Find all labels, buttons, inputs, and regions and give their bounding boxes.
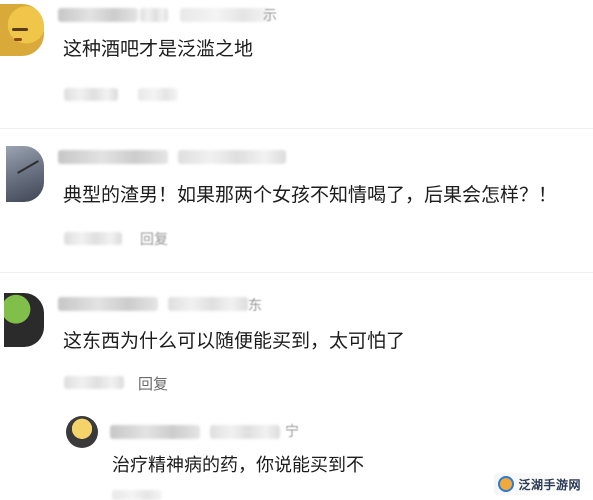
meta-blurred <box>64 88 118 101</box>
avatar[interactable] <box>0 4 44 56</box>
avatar-branch-icon <box>17 160 39 174</box>
comment-1: 示 这种酒吧才是泛滥之地 <box>0 0 593 130</box>
username-tail: 示 <box>263 8 277 24</box>
meta-blurred <box>112 490 162 500</box>
comment-text: 这种酒吧才是泛滥之地 <box>63 38 254 60</box>
divider <box>0 128 593 129</box>
watermark-text: 泛湖手游网 <box>518 477 581 492</box>
reply-link[interactable]: 回复 <box>138 373 168 394</box>
username-blurred <box>140 8 168 22</box>
reply-link[interactable]: 回复 <box>140 229 168 249</box>
username-blurred[interactable] <box>58 150 168 164</box>
avatar-face-icon <box>12 28 28 31</box>
reply-text: 治疗精神病的药，你说能买到不 <box>112 455 364 476</box>
avatar[interactable] <box>4 293 44 347</box>
avatar[interactable] <box>6 146 44 202</box>
divider <box>0 272 593 273</box>
watermark-logo-icon <box>498 476 515 492</box>
comment-2: 典型的渣男！如果那两个女孩不知情喝了，后果会怎样？！ 回复 <box>0 140 593 260</box>
avatar[interactable] <box>66 416 98 448</box>
meta-blurred <box>64 232 122 245</box>
reply-blurred[interactable] <box>138 88 178 101</box>
username-blurred[interactable] <box>58 8 138 22</box>
username-blurred <box>210 425 280 439</box>
username-blurred <box>180 8 270 22</box>
meta-blurred <box>64 376 124 389</box>
comment-text: 这东西为什么可以随便能买到，太可怕了 <box>63 330 406 352</box>
username-blurred[interactable] <box>110 425 200 439</box>
watermark: 泛湖手游网 <box>494 473 587 495</box>
username-blurred <box>168 297 248 311</box>
username-blurred[interactable] <box>58 297 158 311</box>
username-tail: 宁 <box>285 424 299 440</box>
username-blurred <box>178 150 286 164</box>
comment-text: 典型的渣男！如果那两个女孩不知情喝了，后果会怎样？！ <box>63 184 558 206</box>
comment-3: 东 这东西为什么可以随便能买到，太可怕了 回复 <box>0 285 593 395</box>
username-tail: 东 <box>248 298 262 314</box>
